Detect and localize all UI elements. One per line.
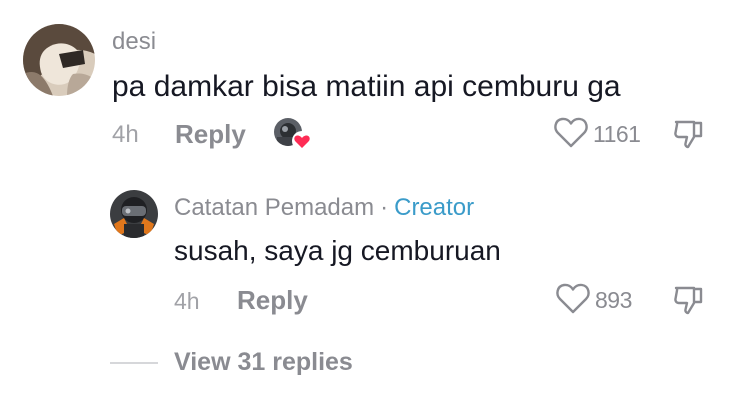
reply-timestamp: 4h <box>174 288 200 314</box>
reply-button[interactable]: Reply <box>175 119 246 149</box>
reply-text: susah, saya jg cemburuan <box>174 235 501 266</box>
heart-outline-icon <box>553 115 589 154</box>
reply-header: Catatan Pemadam · Creator <box>174 194 474 222</box>
reply-author-avatar[interactable] <box>110 190 158 238</box>
reply-to-reply-button[interactable]: Reply <box>237 285 308 315</box>
like-count: 1161 <box>593 120 641 147</box>
reply-author-username[interactable]: Catatan Pemadam <box>174 194 374 221</box>
comment-text: pa damkar bisa matiin api cemburu ga <box>112 70 621 103</box>
header-separator: · <box>380 194 389 221</box>
thumbs-down-icon <box>674 286 703 315</box>
creator-liked-heart-icon <box>292 131 312 151</box>
commenter-username[interactable]: desi <box>112 28 156 56</box>
heart-outline-icon <box>555 281 591 320</box>
thumbs-down-icon <box>674 120 703 149</box>
like-button[interactable]: 1161 <box>553 115 641 154</box>
creator-liked-badge <box>273 117 313 153</box>
comment-timestamp: 4h <box>112 121 139 148</box>
creator-badge: Creator <box>394 194 475 221</box>
view-replies-divider <box>110 362 158 364</box>
dislike-button[interactable] <box>670 116 706 152</box>
view-replies-button[interactable]: View 31 replies <box>174 347 353 377</box>
reply-dislike-button[interactable] <box>670 282 706 318</box>
reply-like-count: 893 <box>595 286 632 313</box>
commenter-avatar[interactable] <box>23 24 95 96</box>
reply-like-button[interactable]: 893 <box>555 282 632 318</box>
